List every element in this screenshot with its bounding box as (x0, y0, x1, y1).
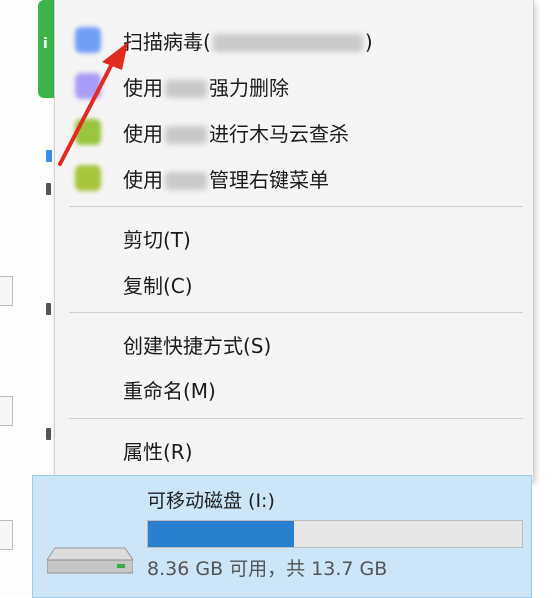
menu-item-label: 创建快捷方式(S) (123, 333, 272, 358)
removable-drive-tile[interactable]: 可移动磁盘 (I:) 8.36 GB 可用，共 13.7 GB (32, 475, 532, 598)
menu-item-rename[interactable]: 重命名(M) (55, 369, 533, 409)
menu-item-label: 使用 管理右键菜单 (123, 167, 329, 192)
drive-usage-bar (147, 520, 523, 548)
menu-separator (69, 206, 523, 207)
side-checkbox[interactable] (0, 520, 13, 550)
removable-drive-icon (47, 547, 133, 574)
edge-marker (46, 428, 51, 440)
menu-item-properties[interactable]: 属性(R) (55, 430, 533, 470)
edge-marker (46, 303, 51, 315)
menu-separator (69, 312, 523, 313)
side-checkbox[interactable] (0, 396, 13, 426)
menu-item-cut[interactable]: 剪切(T) (55, 218, 533, 258)
menu-item-label: 重命名(M) (123, 378, 216, 403)
menu-item-copy[interactable]: 复制(C) (55, 264, 533, 304)
side-checkbox[interactable] (0, 276, 13, 306)
menu-item-label: 属性(R) (123, 439, 193, 464)
app-letter-icon: i (43, 36, 48, 52)
menu-item-create-shortcut[interactable]: 创建快捷方式(S) (55, 324, 533, 364)
edge-marker (46, 183, 51, 195)
drive-name: 可移动磁盘 (I:) (147, 490, 275, 512)
menu-item-label: 复制(C) (123, 273, 193, 298)
drive-free-space: 8.36 GB 可用，共 13.7 GB (147, 558, 388, 580)
menu-item-label: 剪切(T) (123, 227, 191, 252)
menu-item-label: 扫描病毒() (123, 29, 373, 54)
drive-usage-fill (148, 521, 294, 547)
red-arrow-annotation (58, 42, 128, 166)
menu-separator (69, 418, 523, 419)
menu-item-label: 使用 进行木马云查杀 (123, 121, 349, 146)
